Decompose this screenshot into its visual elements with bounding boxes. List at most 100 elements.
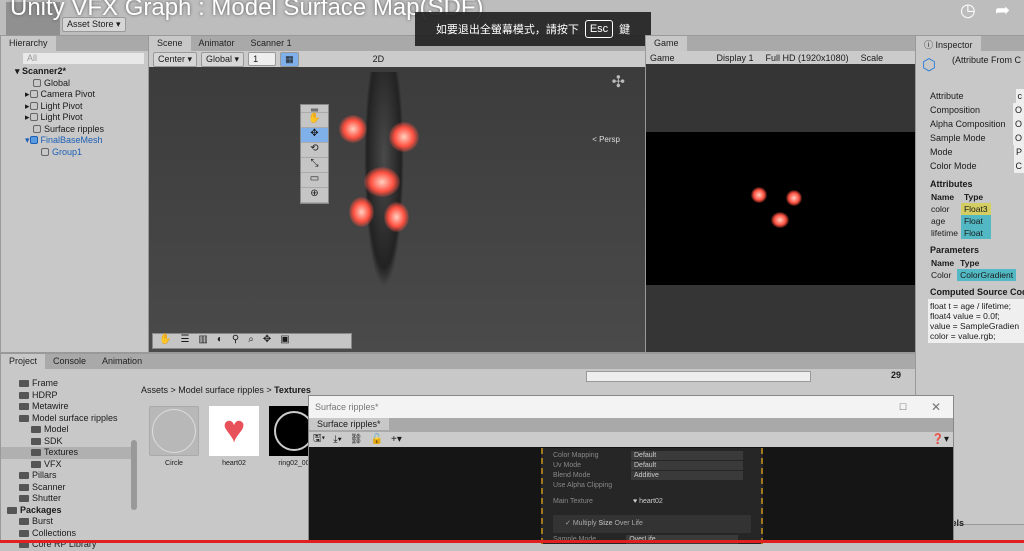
project-folder[interactable]: Packages	[1, 505, 131, 517]
tab-surface-ripples[interactable]: Surface ripples*	[309, 418, 389, 430]
hierarchy-panel: Hierarchy All ▾ Scanner2* Global ▸ Camera…	[0, 35, 149, 353]
2d-toggle[interactable]: 2D	[373, 54, 385, 64]
inspector-header: (Attribute From C	[952, 55, 1022, 65]
tree-scrollbar[interactable]	[131, 440, 137, 510]
tab-console[interactable]: Console	[45, 354, 94, 369]
tree-item[interactable]: ▾ Scanner2*	[15, 66, 148, 78]
resolution-dropdown[interactable]: Full HD (1920x1080)	[766, 53, 849, 63]
tree-item[interactable]: Surface ripples	[15, 124, 148, 136]
project-folder[interactable]: HDRP	[1, 390, 131, 402]
display-dropdown[interactable]: Display 1	[717, 53, 754, 63]
hand-tool-icon[interactable]: ✋	[301, 113, 328, 128]
pivot-dropdown[interactable]: Center ▾	[153, 51, 198, 67]
attribute-row: lifetime Float	[928, 227, 991, 239]
move-tool-icon[interactable]: ✥	[301, 128, 328, 143]
tree-item[interactable]: ▸ Light Pivot	[15, 112, 148, 124]
window-titlebar: Surface ripples* ☐ ✕	[309, 396, 953, 418]
project-folder[interactable]: Pillars	[1, 470, 131, 482]
project-folder[interactable]: SDK	[1, 436, 131, 448]
col-type: Type	[963, 192, 984, 202]
maximize-button[interactable]: ☐	[899, 402, 907, 413]
attribute-row: age Float	[928, 215, 991, 227]
code-title: Computed Source Cod	[930, 287, 1024, 297]
lock-icon[interactable]: 🔓	[371, 434, 383, 445]
vfx-setting-row[interactable]: Color Mapping Default	[553, 451, 751, 461]
tree-item[interactable]: ▸ Light Pivot	[15, 101, 148, 113]
project-folder[interactable]: Model surface ripples	[1, 413, 131, 425]
multiply-size-block[interactable]: ✓ Multiply Size Over Life	[553, 515, 751, 533]
space-dropdown[interactable]: Global ▾	[201, 51, 245, 67]
project-folder[interactable]: Scanner	[1, 482, 131, 494]
project-folder[interactable]: Model	[1, 424, 131, 436]
main-texture-row[interactable]: Main Texture ♥ heart02	[553, 497, 751, 507]
vfx-setting-row[interactable]: Uv Mode Default	[553, 461, 751, 471]
inspector-field[interactable]: Color Mode C	[916, 159, 1024, 173]
tab-inspector[interactable]: ⓘ Inspector	[916, 36, 981, 51]
link-icon[interactable]: ⛓	[350, 434, 363, 445]
breadcrumb-folder[interactable]: Model surface ripples	[178, 385, 264, 395]
add-icon[interactable]: +▾	[391, 434, 402, 445]
game-view-dropdown[interactable]: Game	[650, 53, 675, 63]
tree-item[interactable]: ▸ Camera Pivot	[15, 89, 148, 101]
rotate-tool-icon[interactable]: ⟲	[301, 143, 328, 158]
tab-scene[interactable]: Scene	[149, 36, 191, 51]
rect-tool-icon[interactable]: ▭	[301, 173, 328, 188]
project-folder[interactable]: VFX	[1, 459, 131, 471]
tab-animation[interactable]: Animation	[94, 354, 150, 369]
asset-count: 29	[891, 370, 902, 380]
grid-icon[interactable]: ▦	[280, 51, 299, 67]
persp-label[interactable]: < Persp	[592, 135, 620, 144]
tab-project[interactable]: Project	[1, 354, 46, 369]
transform-tool-icon[interactable]: ⊕	[301, 188, 328, 203]
scene-gizmo-icon[interactable]: ✣	[612, 72, 625, 92]
tools-overlay: ═ ✋ ✥ ⟲ ⤡ ▭ ⊕	[300, 104, 329, 204]
project-folder[interactable]: Textures	[1, 447, 131, 459]
inspector-field[interactable]: Attribute c	[916, 89, 1024, 103]
attribute-row: color Float3	[928, 203, 991, 215]
project-search-input[interactable]	[586, 371, 811, 382]
overlay-toolbar[interactable]: ✋☰▥◐⚲⌕✥▣	[152, 333, 352, 349]
tree-item[interactable]: Group1	[15, 147, 148, 159]
scene-viewport[interactable]: ✣ < Persp ✋☰▥◐⚲⌕✥▣	[149, 67, 645, 352]
inspector-field[interactable]: Alpha Composition O	[916, 117, 1024, 131]
project-folder[interactable]: Frame	[1, 378, 131, 390]
tree-item[interactable]: ▾ FinalBaseMesh	[15, 135, 148, 147]
tree-item[interactable]: Global	[15, 78, 148, 90]
close-button[interactable]: ✕	[931, 400, 941, 414]
game-viewport	[646, 132, 916, 285]
hierarchy-search-input[interactable]: All	[23, 53, 144, 64]
breadcrumb-textures[interactable]: Textures	[274, 385, 311, 395]
project-folder[interactable]: Burst	[1, 516, 131, 528]
window-title: Surface ripples*	[315, 402, 379, 412]
tab-game[interactable]: Game	[646, 36, 687, 51]
vfx-setting-row[interactable]: Blend Mode Additive	[553, 471, 751, 481]
parameters-title: Parameters	[930, 245, 980, 255]
inspector-field[interactable]: Sample Mode O	[916, 131, 1024, 145]
breadcrumb-assets[interactable]: Assets	[141, 385, 168, 395]
notice-text: 如要退出全螢幕模式，請按下	[435, 24, 579, 36]
computed-source-code: float t = age / lifetime; float4 value = …	[928, 299, 1024, 343]
export-icon[interactable]: ⤓▾	[333, 434, 342, 445]
scale-slider[interactable]: Scale	[861, 53, 884, 63]
scale-tool-icon[interactable]: ⤡	[301, 158, 328, 173]
help-icon[interactable]: ❓▾	[932, 434, 949, 445]
output-context-node[interactable]: Color Mapping Default Uv Mode Default Blend …	[541, 448, 763, 544]
save-icon[interactable]: 🖫▾	[313, 431, 325, 448]
col-type: Type	[960, 258, 980, 268]
tab-hierarchy[interactable]: Hierarchy	[1, 36, 56, 51]
tab-animator[interactable]: Animator	[191, 36, 243, 51]
vfx-setting-row[interactable]: Use Alpha Clipping	[553, 481, 751, 491]
asset-circle[interactable]: Circle	[149, 406, 199, 467]
grid-snap-input[interactable]: 1	[248, 52, 277, 66]
clock-icon: ◷	[960, 0, 976, 20]
project-folder[interactable]: Collections	[1, 528, 131, 540]
project-folder[interactable]: Metawire	[1, 401, 131, 413]
inspector-field[interactable]: Mode P	[916, 145, 1024, 159]
fullscreen-notice: 如要退出全螢幕模式，請按下 Esc 鍵	[415, 12, 651, 46]
game-panel: Game Game Display 1 Full HD (1920x1080) …	[645, 35, 916, 353]
esc-key: Esc	[584, 20, 614, 38]
tab-scanner[interactable]: Scanner 1	[243, 36, 300, 51]
inspector-field[interactable]: Composition O	[916, 103, 1024, 117]
asset-heart02[interactable]: ♥ heart02	[209, 406, 259, 467]
project-folder[interactable]: Shutter	[1, 493, 131, 505]
